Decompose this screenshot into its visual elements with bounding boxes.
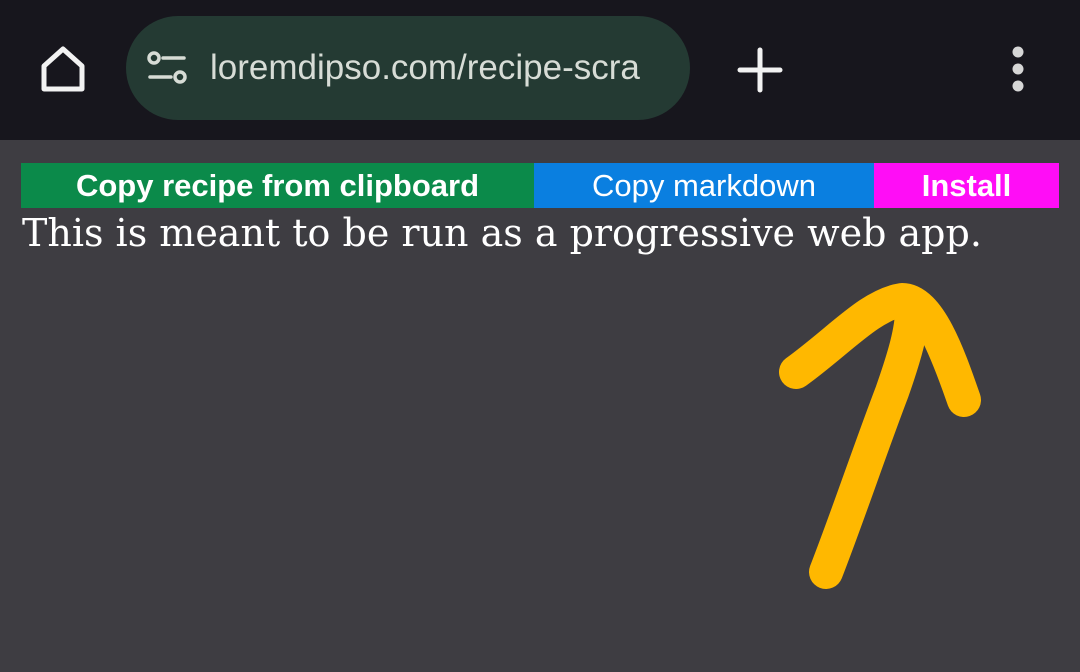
tune-icon[interactable] bbox=[146, 50, 190, 86]
copy-recipe-button[interactable]: Copy recipe from clipboard bbox=[21, 163, 534, 208]
annotation-arrow-shaft bbox=[809, 293, 929, 589]
home-icon bbox=[41, 46, 85, 92]
annotation-arrow-head bbox=[779, 283, 981, 417]
copy-markdown-button[interactable]: Copy markdown bbox=[534, 163, 874, 208]
plus-icon bbox=[737, 47, 783, 93]
menu-button[interactable] bbox=[990, 36, 1046, 102]
install-button[interactable]: Install bbox=[874, 163, 1059, 208]
more-vert-icon bbox=[1012, 46, 1024, 92]
action-button-row: Copy recipe from clipboard Copy markdown… bbox=[21, 163, 1059, 208]
url-text[interactable]: loremdipso.com/recipe-scra bbox=[210, 16, 672, 120]
pwa-notice-text: This is meant to be run as a progressive… bbox=[22, 211, 982, 255]
address-bar[interactable]: loremdipso.com/recipe-scra bbox=[126, 16, 690, 120]
browser-toolbar: loremdipso.com/recipe-scra bbox=[0, 0, 1080, 140]
home-button[interactable] bbox=[30, 36, 96, 102]
new-tab-button[interactable] bbox=[730, 40, 790, 100]
